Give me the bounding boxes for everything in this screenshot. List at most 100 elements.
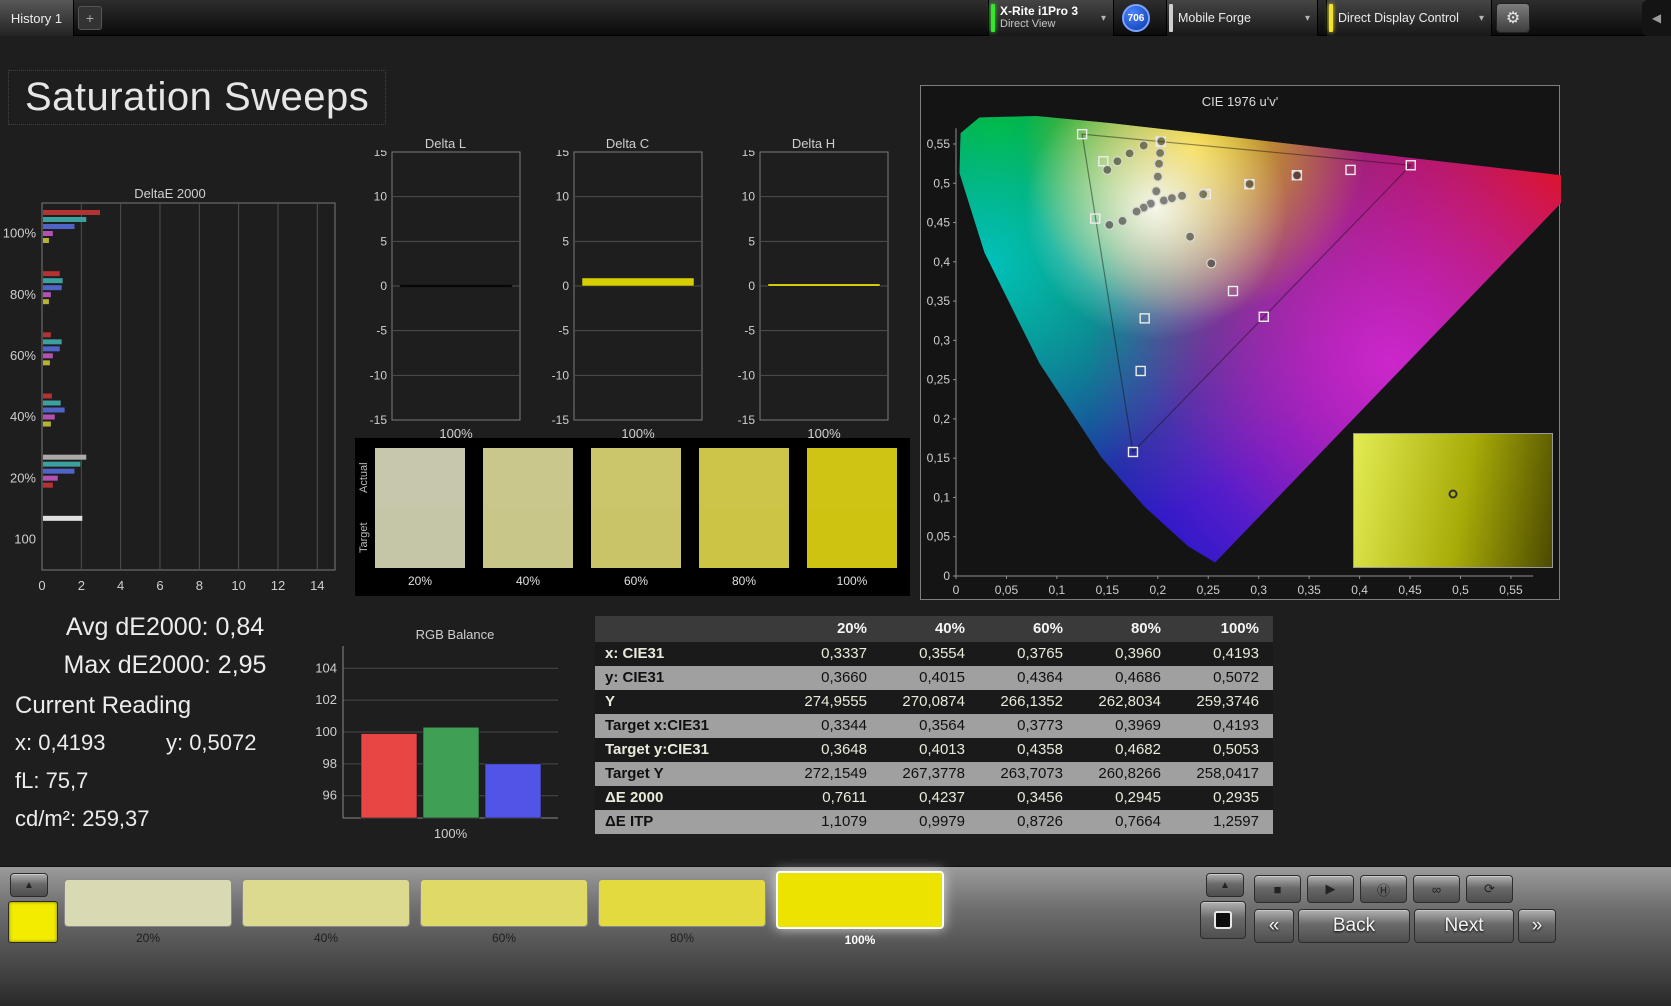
reading-cdm2: cd/m²: 259,37 [15,806,150,831]
delta-l-title: Delta L [424,136,467,151]
svg-text:5: 5 [380,234,387,248]
play-button[interactable]: ▶ [1307,875,1354,903]
deltae-chart-title: DeltaE 2000 [134,186,206,201]
svg-text:-5: -5 [376,324,387,338]
meter-mode: Direct View [1000,18,1056,30]
svg-text:80%: 80% [10,287,36,302]
table-cell: 1,2597 [1175,810,1273,834]
settings-gear-button[interactable]: ⚙ [1496,3,1530,33]
meter-count-badge[interactable]: 706 [1122,4,1150,32]
svg-text:100: 100 [315,724,337,739]
svg-text:-5: -5 [744,324,755,338]
max-de2000: Max dE2000: 2,95 [63,651,267,679]
svg-text:0,1: 0,1 [1049,583,1066,597]
back-button[interactable]: Back [1298,909,1410,943]
actual-row-label: Actual [358,462,370,494]
page-title: Saturation Sweeps [8,70,387,125]
svg-text:96: 96 [323,788,337,803]
table-cell: 0,4237 [881,786,979,810]
collapse-panel-button[interactable]: ◀ [1642,0,1671,36]
pattern-window-button[interactable] [1200,901,1246,939]
table-cell: 0,4682 [1077,738,1175,762]
table-cell: 0,4358 [979,738,1077,762]
table-cell: 274,9555 [783,690,881,714]
table-cell: 0,3337 [783,642,881,666]
svg-text:14: 14 [310,578,324,593]
target-row-label: Target [358,522,370,554]
display-control-dropdown[interactable]: Direct Display Control ▾ [1326,0,1492,36]
svg-text:0,35: 0,35 [1297,583,1321,597]
svg-text:10: 10 [374,190,388,204]
prev-page-icon-button[interactable]: « [1254,909,1294,943]
next-button[interactable]: Next [1414,909,1514,943]
current-color-swatch[interactable] [8,901,58,943]
swatch-color [598,879,766,927]
svg-text:0,2: 0,2 [1149,583,1166,597]
table-cell: 0,4193 [1175,642,1273,666]
meter-dropdown[interactable]: X-Rite i1Pro 3 Direct View ▾ [988,0,1114,36]
svg-text:98: 98 [323,756,337,771]
table-row-label: Target y:CIE31 [595,738,783,762]
swatch-color [242,879,410,927]
delta-c-chart: 151050-5-10-15100% [552,150,703,441]
svg-text:100: 100 [14,531,36,546]
table-cell: 0,3564 [881,714,979,738]
meter-name: X-Rite i1Pro 3 [1000,4,1079,18]
target-patch [483,508,573,568]
target-patch [591,508,681,568]
saturation-40%-button[interactable]: 40% [242,871,410,945]
expand-swatches-button[interactable]: ▲ [10,873,48,897]
bottom-toolbar: ▲ 20% 40% 60% 80% 100% ▲ ■ ▶ Ⓗ ∞ ⟳ « Back Next » [0,866,1671,1006]
table-row-label: Y [595,690,783,714]
table-row-label: ΔE 2000 [595,786,783,810]
cie-diagram-panel: CIE 1976 u'v' 0 0 0,05 0,05 0,1 0,1 0,15 0,15 0,… [920,85,1561,600]
patch-label: 60% [623,574,649,588]
saturation-20%-button[interactable]: 20% [64,871,232,945]
source-status-indicator [1169,4,1173,32]
saturation-60%-button[interactable]: 60% [420,871,588,945]
table-cell: 0,9979 [881,810,979,834]
table-header: 80% [1077,616,1175,642]
saturation-80%-button[interactable]: 80% [598,871,766,945]
svg-text:6: 6 [156,578,163,593]
table-cell: 0,2935 [1175,786,1273,810]
next-page-icon-button[interactable]: » [1518,909,1556,943]
table-cell: 0,3554 [881,642,979,666]
table-cell: 0,4686 [1077,666,1175,690]
svg-text:5: 5 [748,234,755,248]
delta-l-chart: 151050-5-10-15100% [370,150,521,441]
svg-text:102: 102 [315,692,337,707]
pattern-square-icon [1214,911,1232,929]
table-header: 40% [881,616,979,642]
svg-text:0,55: 0,55 [1499,583,1523,597]
table-row-label: y: CIE31 [595,666,783,690]
svg-text:100%: 100% [3,226,37,241]
history-tab[interactable]: History 1 [0,0,74,36]
table-cell: 0,2945 [1077,786,1175,810]
table-header: 60% [979,616,1077,642]
actual-patch [807,448,897,508]
preset-h-button[interactable]: Ⓗ [1360,875,1407,903]
expand-controls-button[interactable]: ▲ [1206,873,1244,897]
pattern-source-dropdown[interactable]: Mobile Forge ▾ [1166,0,1318,36]
current-reading-heading: Current Reading [15,692,192,719]
target-patch [807,508,897,568]
svg-text:-10: -10 [738,368,756,382]
svg-text:-10: -10 [552,368,570,382]
swatch-label: 40% [313,931,339,945]
deltae-2000-chart: 0 2 4 6 8 10 12 14 100% 80% 60% 40% 20% 100 [3,202,336,593]
calibration-app-window: History 1 + X-Rite i1Pro 3 Direct View ▾… [0,0,1671,1006]
svg-text:60%: 60% [10,348,36,363]
stop-button[interactable]: ■ [1254,875,1301,903]
continuous-button[interactable]: ∞ [1413,875,1460,903]
svg-text:0: 0 [943,569,950,583]
add-tab-button[interactable]: + [78,6,102,30]
svg-text:0,05: 0,05 [927,530,951,544]
svg-text:104: 104 [315,660,337,675]
svg-text:-15: -15 [738,413,756,427]
saturation-100%-button[interactable]: 100% [776,871,944,947]
table-cell: 262,8034 [1077,690,1175,714]
svg-text:0: 0 [562,279,569,293]
refresh-button[interactable]: ⟳ [1466,875,1513,903]
svg-text:-10: -10 [370,368,388,382]
